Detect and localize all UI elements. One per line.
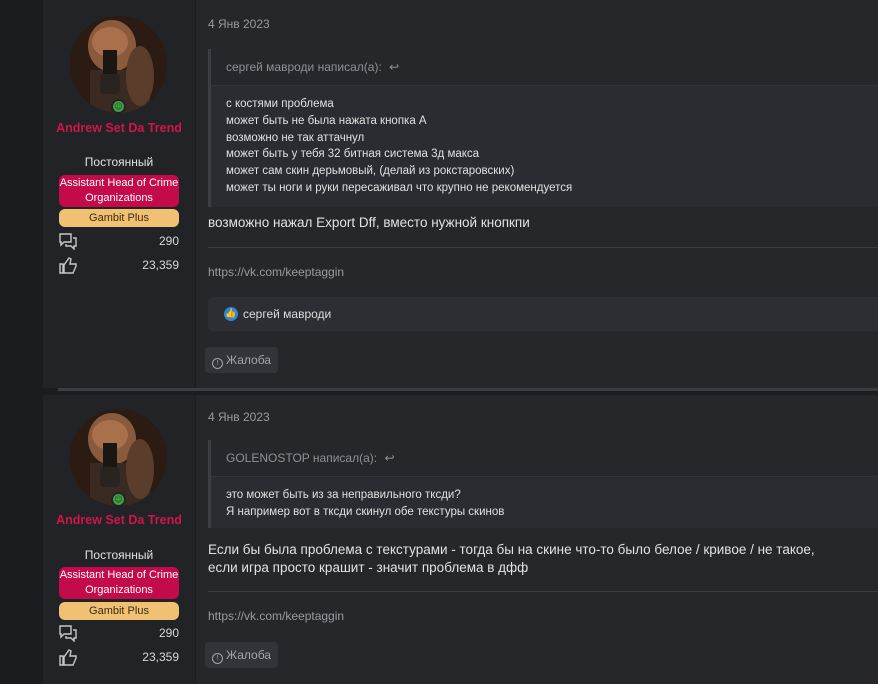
signature-link[interactable]: https://vk.com/keeptaggin	[208, 609, 344, 623]
like-icon: 👍	[224, 307, 238, 321]
message-line: возможно нажал Export Dff, вместо нужной…	[208, 215, 530, 230]
quote-body: это может быть из за неправильного тксди…	[211, 477, 878, 521]
quote-line: может быть не была нажата кнопка А	[226, 114, 427, 127]
signature-link[interactable]: https://vk.com/keeptaggin	[208, 265, 344, 279]
reactions-stat: 23,359	[59, 256, 179, 276]
messages-count: 290	[158, 234, 179, 248]
post-2-user-sidebar: ☺ Andrew Set Da Trend Постоянный Assista…	[43, 395, 196, 684]
quote-author: GOLENOSTOP написал(а):	[226, 451, 378, 465]
quote-line: возможно не так аттачнул	[226, 131, 365, 144]
quote-block: GOLENOSTOP написал(а): ↩ это может быть …	[208, 440, 878, 528]
messages-stat: 290	[59, 624, 179, 644]
message-line: если игра просто крашит - значит проблем…	[208, 560, 529, 575]
report-icon: !	[212, 653, 223, 664]
reply-arrow-icon[interactable]: ↩	[389, 60, 399, 74]
username[interactable]: Andrew Set Da Trend	[43, 119, 195, 137]
online-indicator-icon: ☺	[111, 492, 126, 507]
reactions-count: 23,359	[142, 650, 179, 664]
post-separator	[58, 388, 878, 391]
reactions-count: 23,359	[142, 258, 179, 272]
quote-line: Я например вот в тксди скинул обе тексту…	[226, 505, 505, 518]
quote-header[interactable]: сергей мавроди написал(а): ↩	[211, 49, 878, 86]
messages-stat: 290	[59, 232, 179, 252]
report-label: Жалоба	[226, 353, 271, 367]
post-1: ☺ Andrew Set Da Trend Постоянный Assista…	[43, 0, 878, 388]
reactions-icon	[59, 257, 77, 274]
user-title: Постоянный	[84, 155, 154, 169]
message-line: Если бы была проблема с текстурами - тог…	[208, 542, 815, 557]
post-2: ☺ Andrew Set Da Trend Постоянный Assista…	[43, 395, 878, 684]
report-button[interactable]: ! Жалоба	[205, 347, 278, 373]
user-title: Постоянный	[84, 548, 154, 562]
likes-bar: 👍 сергей мавроди	[208, 297, 878, 331]
quote-block: сергей мавроди написал(а): ↩ с костями п…	[208, 49, 878, 207]
liker-name[interactable]: сергей мавроди	[243, 307, 331, 321]
quote-line: с костями проблема	[226, 98, 334, 110]
signature-divider	[208, 247, 878, 248]
report-button[interactable]: ! Жалоба	[205, 642, 278, 668]
messages-count: 290	[158, 626, 179, 640]
reactions-icon	[59, 649, 77, 666]
quote-author: сергей мавроди написал(а):	[226, 60, 382, 74]
quote-line: это может быть из за неправильного тксди…	[226, 489, 461, 501]
user-banner-role: Assistant Head of Crime Organizations	[59, 567, 179, 599]
reactions-stat: 23,359	[59, 648, 179, 668]
report-icon: !	[212, 358, 223, 369]
post-1-user-sidebar: ☺ Andrew Set Da Trend Постоянный Assista…	[43, 0, 196, 388]
reply-arrow-icon[interactable]: ↩	[384, 451, 394, 465]
post-date[interactable]: 4 Янв 2023	[208, 17, 270, 31]
quote-line: может быть у тебя 32 битная система 3д м…	[226, 148, 480, 161]
username[interactable]: Andrew Set Da Trend	[43, 511, 195, 529]
post-message: Если бы была проблема с текстурами - тог…	[208, 541, 815, 577]
user-banner-role: Assistant Head of Crime Organizations	[59, 175, 179, 207]
messages-icon	[59, 625, 77, 642]
post-message: возможно нажал Export Dff, вместо нужной…	[208, 214, 530, 232]
signature-divider	[208, 591, 878, 592]
quote-line: может сам скин дерьмовый, (делай из рокс…	[226, 165, 515, 178]
quote-line: может ты ноги и руки пересаживал что кру…	[226, 181, 573, 194]
user-banner-plus: Gambit Plus	[59, 209, 179, 227]
left-gutter	[0, 0, 43, 684]
post-date[interactable]: 4 Янв 2023	[208, 410, 270, 424]
quote-body: с костями проблема может быть не была на…	[211, 86, 878, 197]
quote-header[interactable]: GOLENOSTOP написал(а): ↩	[211, 440, 878, 477]
messages-icon	[59, 233, 77, 250]
user-banner-plus: Gambit Plus	[59, 602, 179, 620]
online-indicator-icon: ☺	[111, 99, 126, 114]
report-label: Жалоба	[226, 648, 271, 662]
